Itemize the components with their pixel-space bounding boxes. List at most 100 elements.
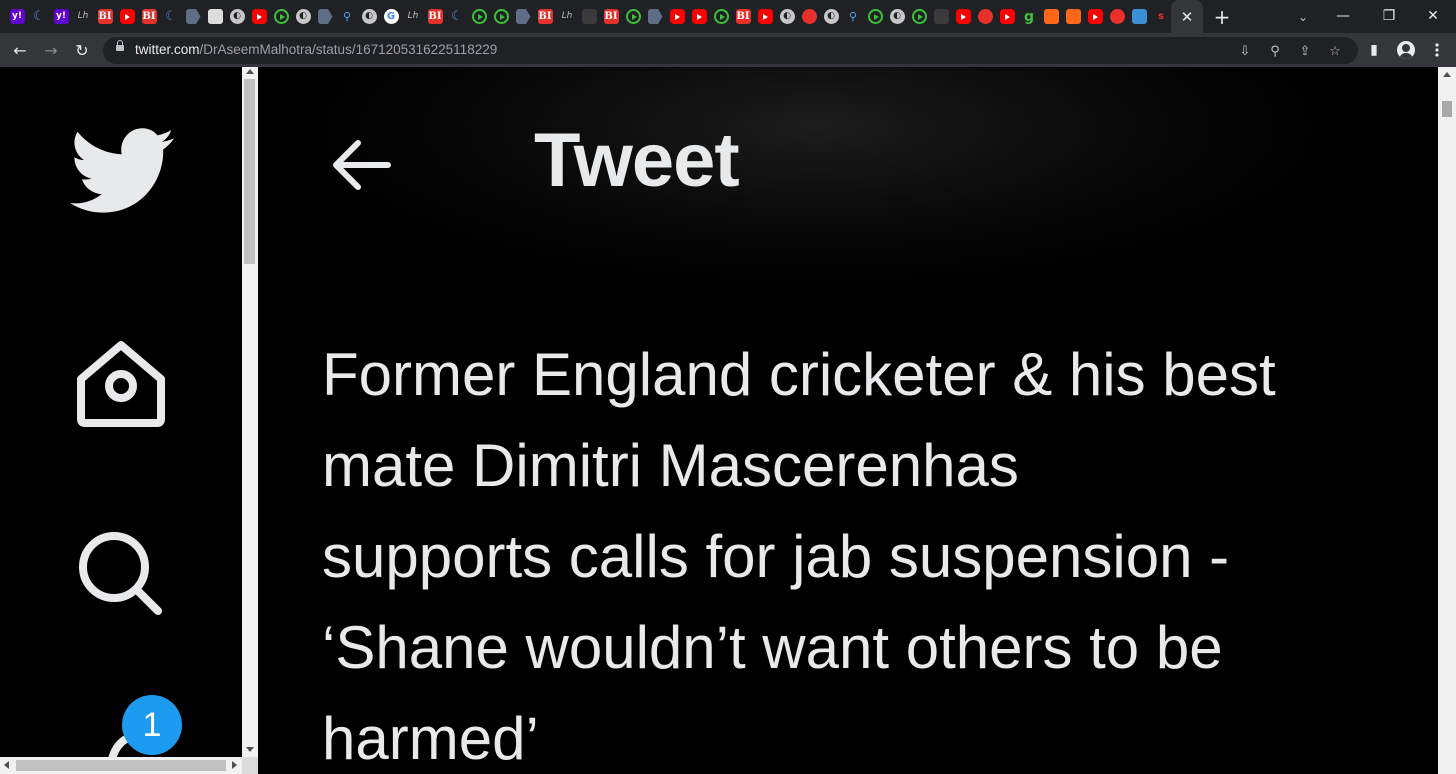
- play-icon: [867, 9, 883, 24]
- pinned-tab[interactable]: ⚲: [336, 0, 358, 33]
- pinned-tab[interactable]: BI: [534, 0, 556, 33]
- pinned-tab[interactable]: [644, 0, 666, 33]
- dark-icon: [933, 9, 949, 24]
- pinned-tab[interactable]: ◐: [776, 0, 798, 33]
- pinned-tab[interactable]: ☾: [160, 0, 182, 33]
- close-tab-icon[interactable]: ✕: [1181, 8, 1194, 26]
- pinned-tab[interactable]: y!: [50, 0, 72, 33]
- youtube-icon: [251, 9, 267, 24]
- page-vertical-scrollbar[interactable]: [1438, 67, 1456, 774]
- scroll-up-arrow-icon[interactable]: [246, 69, 254, 74]
- pinned-tab[interactable]: [248, 0, 270, 33]
- forward-button[interactable]: →: [39, 38, 63, 62]
- new-tab-button[interactable]: +: [1209, 4, 1235, 30]
- url-text[interactable]: twitter.com/DrAseemMalhotra/status/16712…: [135, 42, 497, 57]
- pinned-tab[interactable]: ⚲: [842, 0, 864, 33]
- pinned-tab[interactable]: [798, 0, 820, 33]
- pinned-tab[interactable]: ◐: [292, 0, 314, 33]
- zoom-icon[interactable]: ⚲: [1265, 41, 1285, 61]
- profile-avatar-icon[interactable]: [1397, 41, 1415, 59]
- pinned-tab[interactable]: [666, 0, 688, 33]
- pinned-tab[interactable]: [864, 0, 886, 33]
- pinned-tab[interactable]: [490, 0, 512, 33]
- pinned-tab[interactable]: s: [1150, 0, 1172, 33]
- pinned-tab[interactable]: Lh: [402, 0, 424, 33]
- pinned-tab[interactable]: BI: [732, 0, 754, 33]
- pinned-tab[interactable]: [710, 0, 732, 33]
- pinned-tab[interactable]: [270, 0, 292, 33]
- lh-icon: Lh: [407, 11, 419, 21]
- pinned-tab[interactable]: G: [380, 0, 402, 33]
- pinned-tab[interactable]: BI: [138, 0, 160, 33]
- pinned-tab[interactable]: [908, 0, 930, 33]
- scroll-right-arrow-icon[interactable]: [232, 761, 237, 769]
- pinned-tab[interactable]: [204, 0, 226, 33]
- close-window-button[interactable]: ✕: [1410, 0, 1456, 32]
- scrollbar-thumb[interactable]: [244, 79, 255, 264]
- document-icon: [647, 9, 663, 24]
- search-icon[interactable]: [76, 529, 164, 617]
- restore-button[interactable]: ❐: [1366, 0, 1412, 32]
- twitter-bird-icon[interactable]: [70, 127, 176, 217]
- pinned-tab[interactable]: BI: [424, 0, 446, 33]
- pinned-tab[interactable]: [182, 0, 204, 33]
- pinned-tab[interactable]: [952, 0, 974, 33]
- share-icon[interactable]: ⇪: [1295, 41, 1315, 61]
- pinned-tab[interactable]: ◐: [820, 0, 842, 33]
- pinned-tab[interactable]: ◐: [226, 0, 248, 33]
- scroll-down-arrow-icon[interactable]: [246, 747, 254, 752]
- scroll-up-arrow-icon[interactable]: [1443, 72, 1451, 77]
- browser-toolbar: ← → ↻ twitter.com/DrAseemMalhotra/status…: [0, 33, 1456, 67]
- play-icon: [911, 9, 927, 24]
- sidenav-vertical-scrollbar[interactable]: [242, 67, 258, 757]
- scrollbar-corner: [242, 757, 258, 774]
- pinned-tab[interactable]: [930, 0, 952, 33]
- pinned-tab[interactable]: [1106, 0, 1128, 33]
- pinned-tab[interactable]: BI: [600, 0, 622, 33]
- pinned-tab[interactable]: [314, 0, 336, 33]
- pinned-tab[interactable]: ◐: [886, 0, 908, 33]
- pinned-tab[interactable]: g: [1018, 0, 1040, 33]
- active-tab[interactable]: ✕: [1171, 0, 1203, 33]
- reload-button[interactable]: ↻: [70, 38, 94, 62]
- pinned-tab[interactable]: [974, 0, 996, 33]
- scroll-left-arrow-icon[interactable]: [4, 761, 9, 769]
- pinned-tab[interactable]: [468, 0, 490, 33]
- pinned-tab[interactable]: [512, 0, 534, 33]
- scrollbar-thumb[interactable]: [1442, 101, 1452, 117]
- pinned-tab[interactable]: [1062, 0, 1084, 33]
- lh-icon: Lh: [77, 11, 89, 21]
- pinned-tab[interactable]: [688, 0, 710, 33]
- home-icon[interactable]: [72, 339, 170, 427]
- pinned-tab[interactable]: [1128, 0, 1150, 33]
- tab-search-button[interactable]: ⌄: [1292, 6, 1314, 28]
- pinned-tab[interactable]: [1084, 0, 1106, 33]
- install-app-icon[interactable]: ⇩: [1235, 41, 1255, 61]
- pinned-tab[interactable]: [996, 0, 1018, 33]
- pinned-tab[interactable]: [622, 0, 644, 33]
- side-panel-icon[interactable]: ▮: [1362, 38, 1386, 62]
- address-bar[interactable]: twitter.com/DrAseemMalhotra/status/16712…: [103, 37, 1358, 64]
- pinned-tab[interactable]: ☾: [446, 0, 468, 33]
- document-icon: [317, 9, 333, 24]
- play-icon: [493, 9, 509, 24]
- back-arrow-icon[interactable]: [332, 139, 392, 191]
- pinned-tab[interactable]: [116, 0, 138, 33]
- minimize-button[interactable]: —: [1320, 0, 1366, 32]
- pinned-tab[interactable]: [1040, 0, 1062, 33]
- scrollbar-thumb[interactable]: [16, 760, 226, 771]
- sidenav-horizontal-scrollbar[interactable]: [0, 757, 242, 774]
- menu-icon[interactable]: [1425, 38, 1449, 62]
- back-button[interactable]: ←: [8, 38, 32, 62]
- pinned-tab[interactable]: ◐: [358, 0, 380, 33]
- pinned-tab[interactable]: Lh: [556, 0, 578, 33]
- green-g-icon: g: [1023, 8, 1035, 25]
- pinned-tab[interactable]: y!: [6, 0, 28, 33]
- pinned-tab[interactable]: [754, 0, 776, 33]
- pinned-tab[interactable]: ☾: [28, 0, 50, 33]
- bookmark-star-icon[interactable]: ☆: [1325, 41, 1345, 61]
- pinned-tab[interactable]: Lh: [72, 0, 94, 33]
- pinned-tab[interactable]: BI: [94, 0, 116, 33]
- pinned-tab[interactable]: [578, 0, 600, 33]
- lock-icon[interactable]: [116, 40, 124, 51]
